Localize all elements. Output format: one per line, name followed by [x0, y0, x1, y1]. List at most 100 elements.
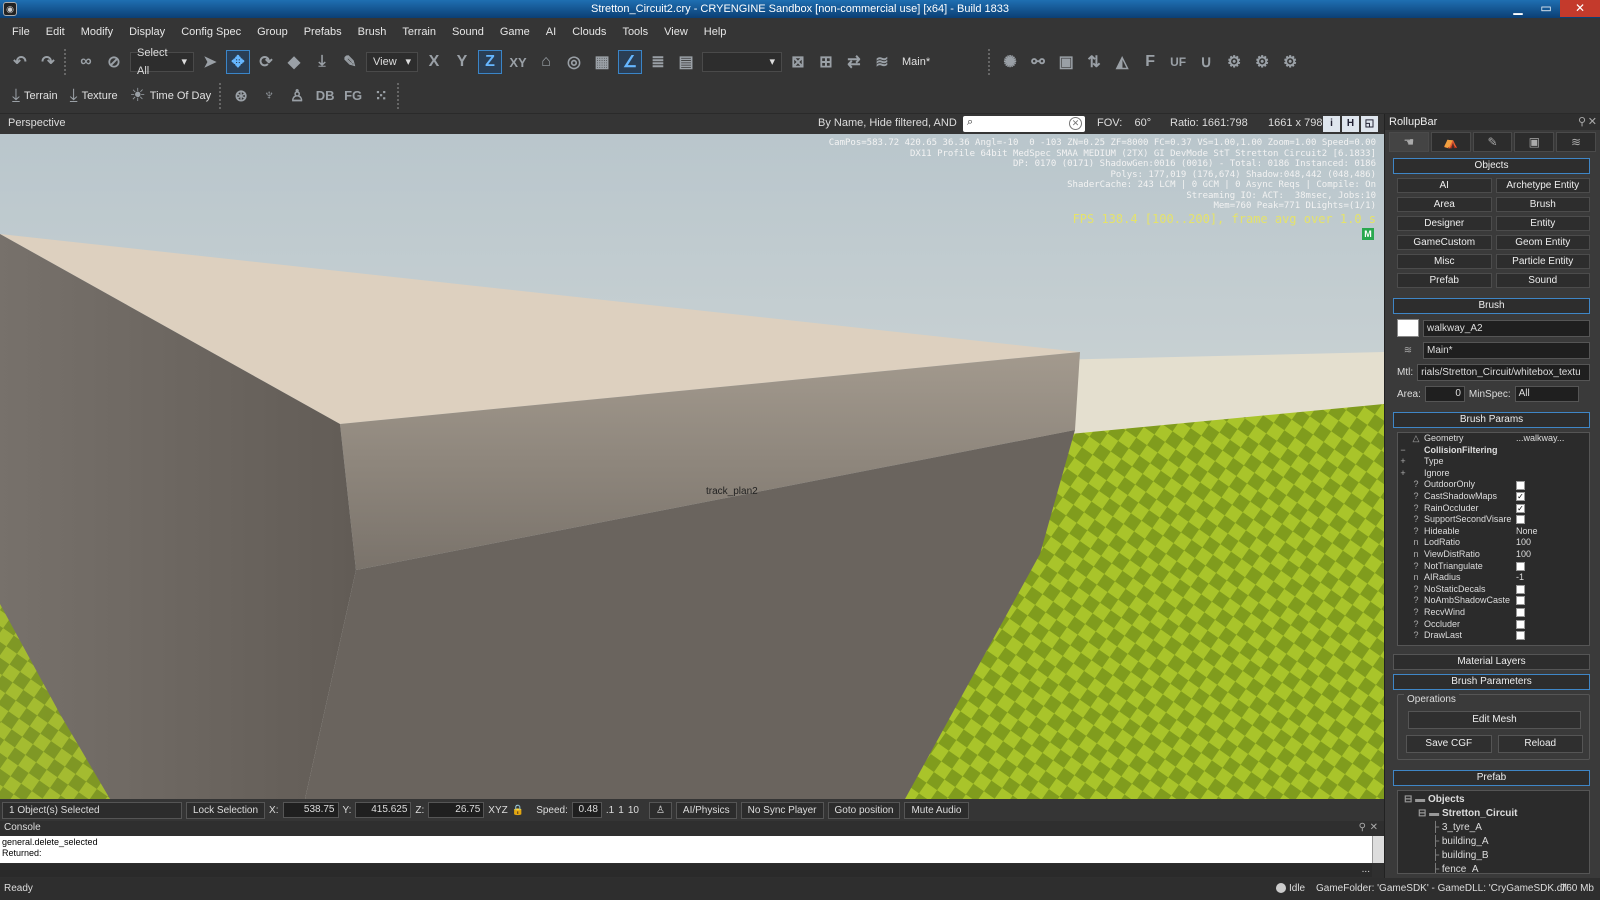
- param-expand-icon[interactable]: [1398, 549, 1408, 561]
- param-value[interactable]: [1514, 479, 1589, 491]
- param-value[interactable]: [1514, 561, 1589, 573]
- ui-flow-button[interactable]: UF: [1166, 50, 1190, 74]
- z-coordinate-input[interactable]: 26.75: [428, 802, 485, 818]
- clear-icon[interactable]: ✕: [1069, 117, 1082, 130]
- menu-edit[interactable]: Edit: [38, 26, 73, 38]
- menu-group[interactable]: Group: [249, 26, 296, 38]
- maximize-icon[interactable]: ▭: [1532, 0, 1560, 17]
- param-value[interactable]: None: [1514, 526, 1589, 538]
- param-value[interactable]: ...walkway...: [1514, 433, 1589, 445]
- console-more[interactable]: ...: [1362, 864, 1370, 875]
- param-row[interactable]: − CollisionFiltering: [1398, 445, 1589, 457]
- minimize-icon[interactable]: ▁: [1504, 0, 1532, 17]
- param-value[interactable]: 100: [1514, 537, 1589, 549]
- object-prefab-button[interactable]: Prefab: [1397, 273, 1492, 288]
- param-value[interactable]: ✓: [1514, 503, 1589, 515]
- grid-dots-icon[interactable]: ⁙: [369, 84, 393, 108]
- table-icon[interactable]: ▣: [1054, 50, 1078, 74]
- param-value[interactable]: [1514, 584, 1589, 596]
- object-archetype-entity-button[interactable]: Archetype Entity: [1495, 178, 1590, 193]
- param-checkbox[interactable]: ✓: [1516, 492, 1525, 502]
- x-coordinate-input[interactable]: 538.75: [282, 802, 339, 818]
- object-sound-button[interactable]: Sound: [1495, 273, 1590, 288]
- menu-game[interactable]: Game: [492, 26, 538, 38]
- object-gamecustom-button[interactable]: GameCustom: [1397, 235, 1492, 250]
- close-icon[interactable]: ✕: [1370, 821, 1378, 835]
- param-value[interactable]: [1514, 607, 1589, 619]
- brush-name-field[interactable]: walkway_A2: [1423, 319, 1590, 337]
- ai-physics-button[interactable]: AI/Physics: [675, 801, 737, 819]
- speed-preset-10[interactable]: 10: [628, 805, 639, 816]
- brush-parameters-header[interactable]: Brush Parameters: [1393, 674, 1590, 690]
- convert-icon[interactable]: ⇄: [842, 50, 866, 74]
- info-icon[interactable]: i: [1323, 116, 1340, 132]
- param-value[interactable]: [1514, 456, 1589, 468]
- material-icon[interactable]: ⊛: [229, 84, 253, 108]
- tab-create[interactable]: ☚: [1389, 132, 1429, 152]
- param-expand-icon[interactable]: [1398, 503, 1408, 515]
- param-value[interactable]: [1514, 595, 1589, 607]
- move-icon[interactable]: ✥: [226, 50, 250, 74]
- axis-y-button[interactable]: Y: [450, 50, 474, 74]
- filter-mode[interactable]: By Name, Hide filtered, AND: [818, 117, 957, 129]
- param-row[interactable]: ? Hideable None: [1398, 526, 1589, 538]
- menu-config-spec[interactable]: Config Spec: [173, 26, 249, 38]
- magnet-icon[interactable]: ∪: [1194, 50, 1218, 74]
- folder-icon[interactable]: ⊟ ▬: [1418, 808, 1442, 819]
- menu-view[interactable]: View: [656, 26, 696, 38]
- maximize-viewport-icon[interactable]: ◱: [1361, 116, 1378, 132]
- speed-preset-01[interactable]: .1: [606, 805, 614, 816]
- param-row[interactable]: ? Occluder: [1398, 619, 1589, 631]
- flow-button[interactable]: F: [1138, 50, 1162, 74]
- param-value[interactable]: ✓: [1514, 491, 1589, 503]
- close-icon[interactable]: ✕: [1588, 114, 1597, 130]
- brush-header[interactable]: Brush: [1393, 298, 1590, 314]
- folder-icon[interactable]: ⊟ ▬: [1404, 794, 1428, 805]
- menu-display[interactable]: Display: [121, 26, 173, 38]
- gear-icon[interactable]: ⚙: [1278, 50, 1302, 74]
- axis-xy-button[interactable]: XY: [506, 50, 530, 74]
- reload-button[interactable]: Reload: [1497, 735, 1583, 753]
- param-value[interactable]: [1514, 468, 1589, 480]
- menu-prefabs[interactable]: Prefabs: [296, 26, 350, 38]
- menu-help[interactable]: Help: [696, 26, 735, 38]
- param-expand-icon[interactable]: [1398, 433, 1408, 445]
- param-value[interactable]: [1514, 514, 1589, 526]
- console-input[interactable]: ...: [0, 864, 1372, 877]
- param-value[interactable]: [1514, 630, 1589, 642]
- param-row[interactable]: ? DrawLast: [1398, 630, 1589, 642]
- menu-terrain[interactable]: Terrain: [394, 26, 444, 38]
- param-checkbox[interactable]: [1516, 619, 1525, 629]
- param-row[interactable]: n LodRatio 100: [1398, 537, 1589, 549]
- material-field[interactable]: rials/Stretton_Circuit/whitebox_textu: [1417, 364, 1590, 381]
- param-row[interactable]: n AIRadius -1: [1398, 572, 1589, 584]
- menu-ai[interactable]: AI: [538, 26, 564, 38]
- param-expand-icon[interactable]: [1398, 630, 1408, 642]
- select-all-dropdown[interactable]: Select All ▾: [130, 47, 194, 77]
- param-row[interactable]: n ViewDistRatio 100: [1398, 549, 1589, 561]
- minspec-dropdown[interactable]: All: [1514, 386, 1579, 402]
- tab-modify[interactable]: ⛺: [1430, 132, 1471, 152]
- param-row[interactable]: ? OutdoorOnly: [1398, 479, 1589, 491]
- param-row[interactable]: + Ignore: [1398, 468, 1589, 480]
- object-entity-button[interactable]: Entity: [1495, 216, 1590, 231]
- speed-input[interactable]: 0.48: [571, 802, 602, 818]
- menu-brush[interactable]: Brush: [350, 26, 395, 38]
- param-expand-icon[interactable]: +: [1398, 456, 1408, 468]
- viewport-3d[interactable]: CamPos=583.72 420.65 36.36 Angl=-10 0 -1…: [0, 134, 1384, 799]
- tree-item[interactable]: ├ building_B: [1398, 849, 1589, 863]
- console-output[interactable]: general.delete_selected Returned:: [0, 836, 1372, 863]
- list-icon[interactable]: ▤: [674, 50, 698, 74]
- xyz-toggle[interactable]: XYZ: [488, 805, 507, 816]
- param-expand-icon[interactable]: [1398, 584, 1408, 596]
- object-designer-button[interactable]: Designer: [1397, 216, 1492, 231]
- menu-modify[interactable]: Modify: [73, 26, 121, 38]
- gear-icon[interactable]: ⚙: [1222, 50, 1246, 74]
- param-value[interactable]: -1: [1514, 572, 1589, 584]
- tab-layers[interactable]: ≋: [1556, 132, 1596, 152]
- object-label[interactable]: track_plan2: [706, 486, 758, 497]
- heightmap-icon[interactable]: ⇅: [1082, 50, 1106, 74]
- param-expand-icon[interactable]: [1398, 537, 1408, 549]
- camera-icon[interactable]: ◎: [562, 50, 586, 74]
- select-arrow-icon[interactable]: ➤: [198, 50, 222, 74]
